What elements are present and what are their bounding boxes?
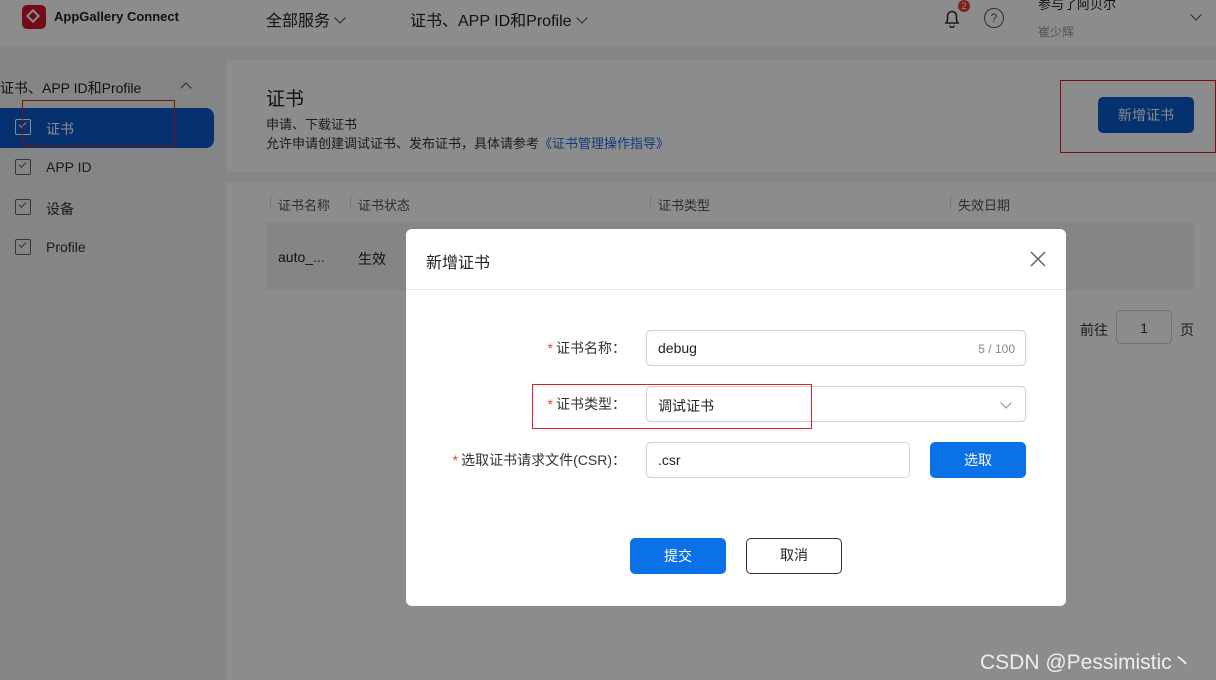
close-icon[interactable]: [1029, 250, 1047, 268]
cert-name-label: * 证书名称：: [500, 338, 626, 358]
highlight-box-cert-type: [532, 384, 812, 429]
cert-name-value: debug: [658, 340, 697, 356]
dialog-title: 新增证书: [426, 255, 491, 272]
submit-button[interactable]: 提交: [630, 538, 726, 574]
cert-name-input[interactable]: debug 5 / 100: [646, 330, 1026, 366]
choose-file-button[interactable]: 选取: [930, 442, 1026, 478]
required-mark: *: [452, 452, 459, 468]
watermark-text: CSDN @Pessimistic丶: [980, 651, 1193, 674]
csr-file-value: .csr: [658, 452, 681, 468]
csr-file-label: * 选取证书请求文件(CSR)：: [440, 450, 626, 470]
cancel-button[interactable]: 取消: [746, 538, 842, 574]
dialog-divider: [406, 289, 1066, 290]
required-mark: *: [547, 340, 553, 356]
csr-file-label-text: 选取证书请求文件(CSR)：: [461, 452, 626, 468]
cert-name-label-text: 证书名称：: [556, 340, 626, 356]
chevron-down-icon: [1000, 397, 1012, 409]
csr-file-input[interactable]: .csr: [646, 442, 910, 478]
char-counter: 5 / 100: [978, 342, 1015, 356]
